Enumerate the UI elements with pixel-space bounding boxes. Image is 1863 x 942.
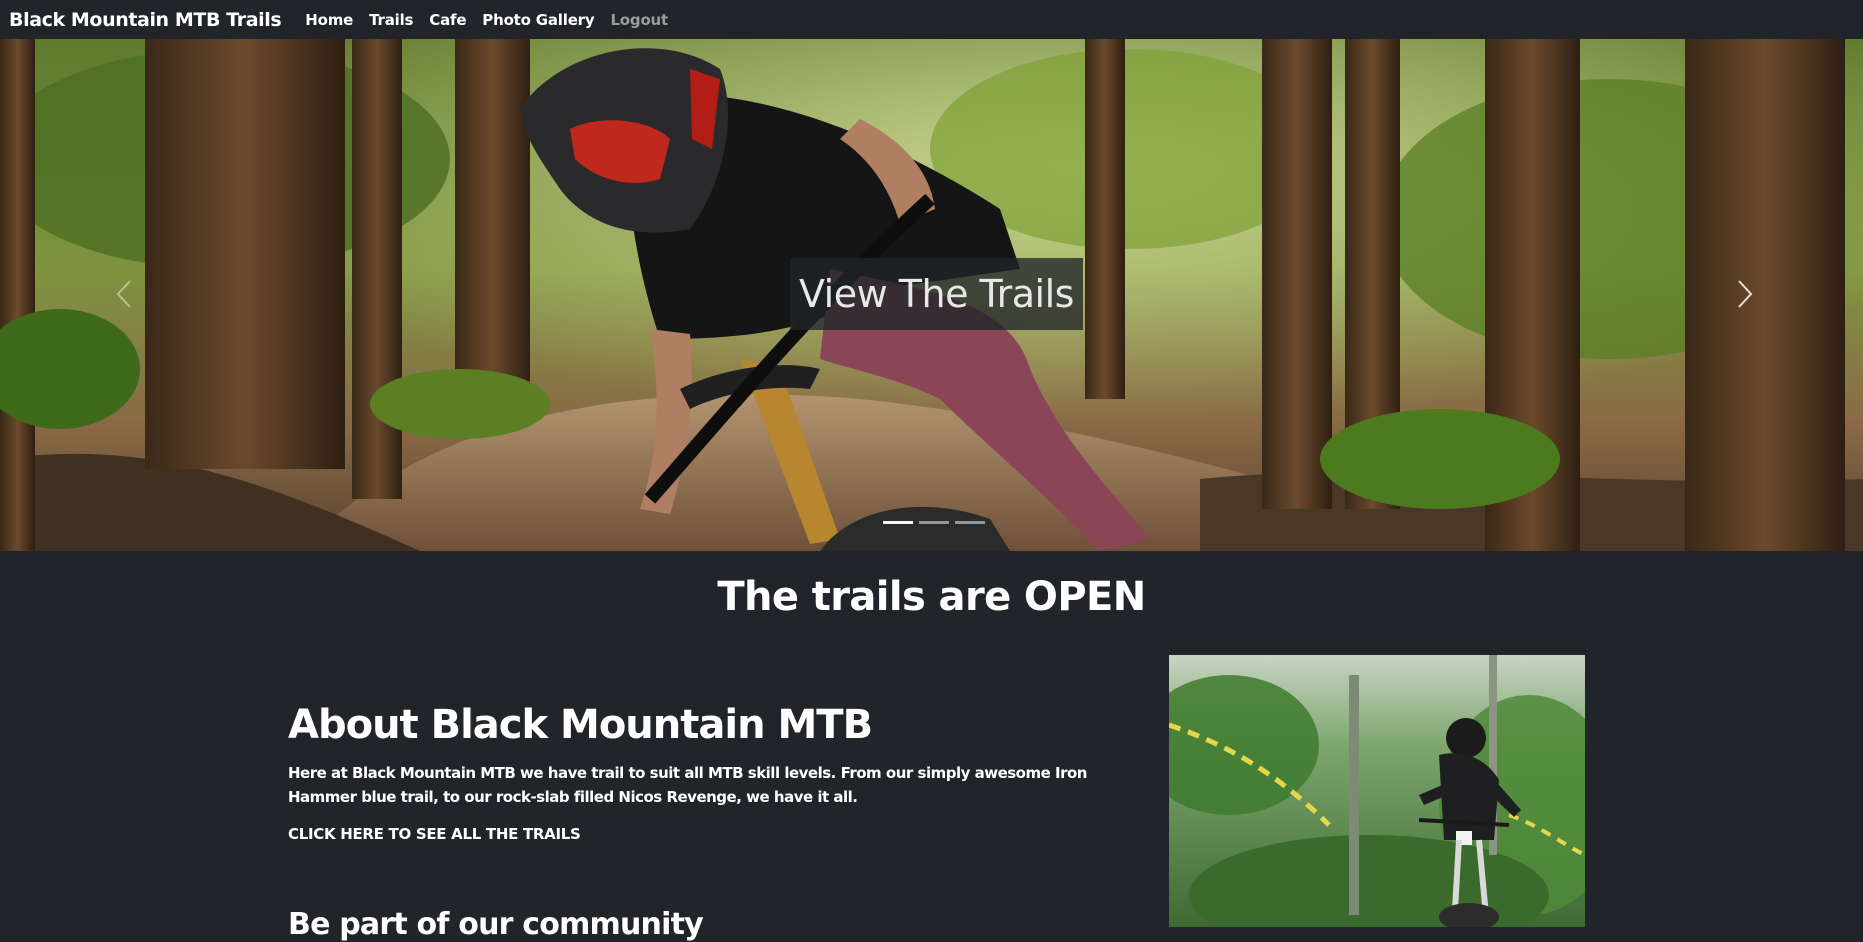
about-title: About Black Mountain MTB	[288, 702, 873, 748]
hero-carousel: View The Trails	[0, 39, 1863, 551]
navbar: Black Mountain MTB Trails Home Trails Ca…	[0, 0, 1863, 39]
about-text: Here at Black Mountain MTB we have trail…	[288, 764, 1087, 806]
chevron-left-icon	[116, 280, 131, 308]
carousel-indicator-2[interactable]	[919, 521, 949, 524]
carousel-indicator-3[interactable]	[955, 521, 985, 524]
nav-links: Home Trails Cafe Photo Gallery Logout	[305, 11, 684, 29]
nav-photo-gallery[interactable]: Photo Gallery	[482, 11, 594, 29]
carousel-indicators	[883, 521, 985, 524]
rider-photo-image	[1169, 655, 1585, 927]
carousel-indicator-1[interactable]	[883, 521, 913, 524]
carousel-prev-button[interactable]	[104, 269, 144, 319]
carousel-caption-text: View The Trails	[799, 272, 1074, 316]
nav-cafe[interactable]: Cafe	[429, 11, 466, 29]
brand-link[interactable]: Black Mountain MTB Trails	[9, 9, 282, 31]
chevron-right-icon	[1738, 280, 1753, 308]
see-all-trails-link[interactable]: CLICK HERE TO SEE ALL THE TRAILS	[288, 825, 581, 843]
community-heading: Be part of our community	[288, 907, 704, 942]
carousel-next-button[interactable]	[1725, 269, 1765, 319]
side-photo	[1169, 655, 1585, 927]
nav-trails[interactable]: Trails	[369, 11, 413, 29]
nav-home[interactable]: Home	[305, 11, 353, 29]
nav-logout[interactable]: Logout	[610, 11, 668, 29]
trail-status-heading: The trails are OPEN	[717, 574, 1146, 620]
carousel-caption-button[interactable]: View The Trails	[790, 258, 1083, 330]
